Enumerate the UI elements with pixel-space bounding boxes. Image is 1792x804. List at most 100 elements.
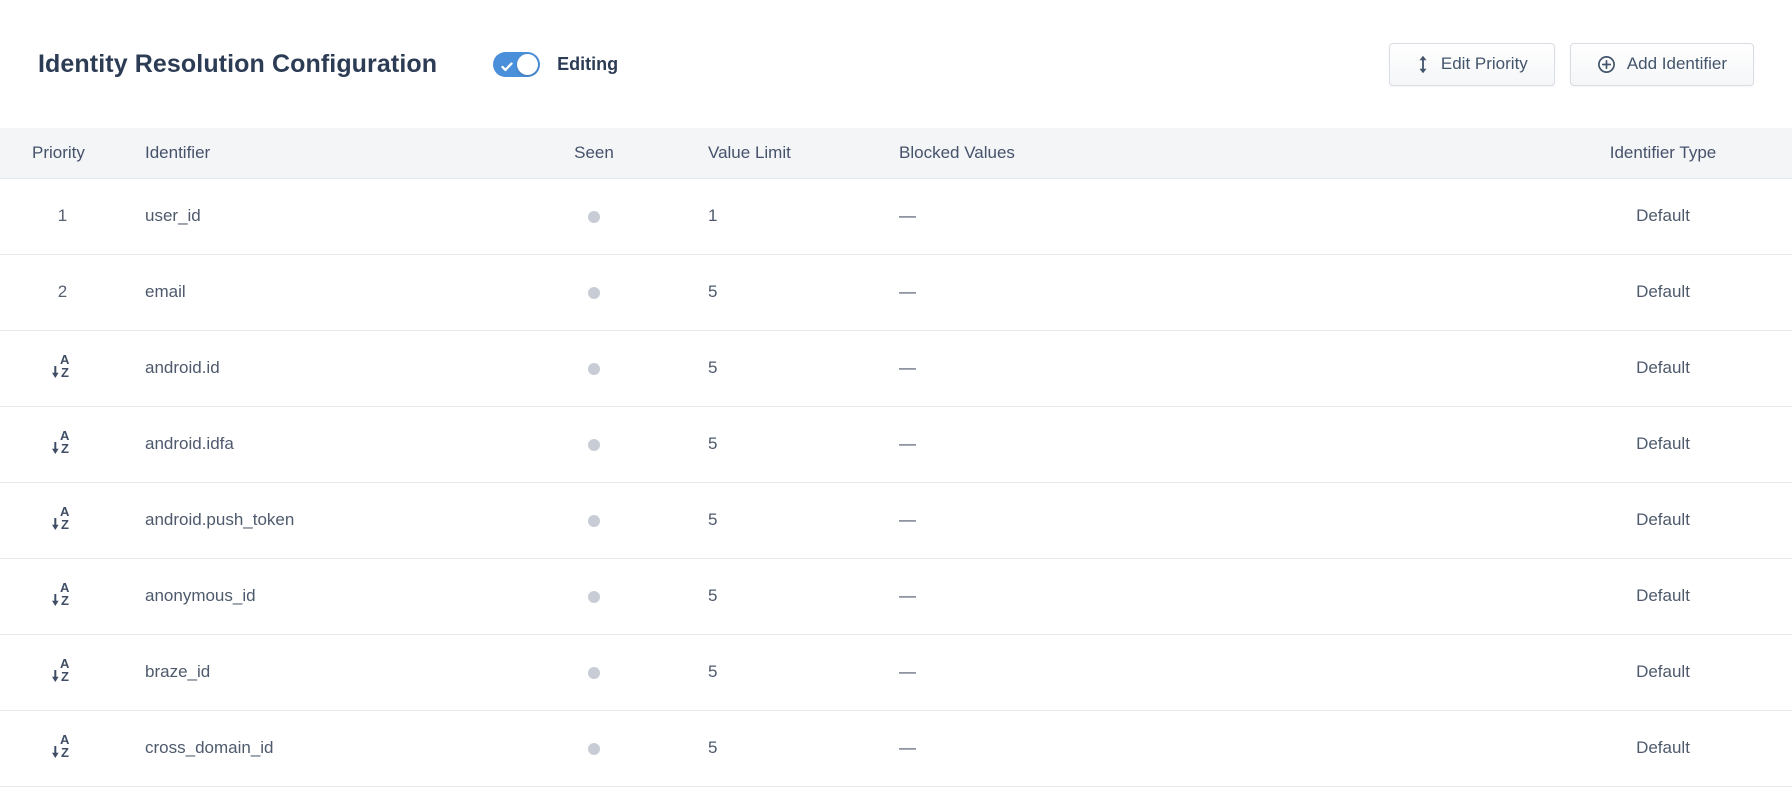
identifier-cell: cross_domain_id	[125, 710, 548, 786]
table-row: AZ android.push_token 5—Default	[0, 482, 1792, 558]
column-header-value-limit: Value Limit	[640, 128, 880, 178]
svg-text:Z: Z	[61, 517, 69, 531]
svg-text:Z: Z	[61, 593, 69, 607]
seen-dot-icon	[588, 515, 600, 527]
column-header-seen: Seen	[548, 128, 640, 178]
identifier-type-cell: Default	[1534, 406, 1792, 482]
seen-cell	[548, 710, 640, 786]
seen-cell	[548, 482, 640, 558]
identifier-type-cell: Default	[1534, 558, 1792, 634]
priority-cell: AZ	[0, 710, 125, 786]
editing-toggle-label: Editing	[557, 54, 618, 75]
identifier-type-cell: Default	[1534, 254, 1792, 330]
table-row: 2 email 5—Default	[0, 254, 1792, 330]
add-identifier-button[interactable]: Add Identifier	[1570, 43, 1754, 86]
page-title: Identity Resolution Configuration	[38, 50, 437, 79]
priority-cell: AZ	[0, 558, 125, 634]
seen-dot-icon	[588, 667, 600, 679]
check-icon	[501, 59, 513, 77]
blocked-values-cell: —	[880, 482, 1534, 558]
identifier-type-cell: Default	[1534, 482, 1792, 558]
editing-toggle-group: Editing	[493, 52, 618, 77]
seen-dot-icon	[588, 743, 600, 755]
identifier-cell: android.push_token	[125, 482, 548, 558]
sort-alphabetical-icon: AZ	[51, 656, 74, 683]
value-limit-cell: 5	[640, 406, 880, 482]
seen-cell	[548, 330, 640, 406]
seen-cell	[548, 634, 640, 710]
sort-alphabetical-icon: AZ	[51, 580, 74, 607]
page-header: Identity Resolution Configuration Editin…	[0, 0, 1792, 128]
identifier-cell: braze_id	[125, 634, 548, 710]
header-actions: Edit Priority Add Identifier	[1389, 43, 1754, 86]
svg-text:Z: Z	[61, 669, 69, 683]
table-row: AZ anonymous_id 5—Default	[0, 558, 1792, 634]
identifier-cell: android.id	[125, 330, 548, 406]
priority-cell: AZ	[0, 406, 125, 482]
value-limit-cell: 5	[640, 254, 880, 330]
blocked-values-cell: —	[880, 178, 1534, 254]
sort-order-icon	[1416, 55, 1430, 74]
seen-dot-icon	[588, 287, 600, 299]
table-row: AZ android.id 5—Default	[0, 330, 1792, 406]
identifier-type-cell: Default	[1534, 178, 1792, 254]
seen-dot-icon	[588, 439, 600, 451]
blocked-values-cell: —	[880, 558, 1534, 634]
value-limit-cell: 5	[640, 330, 880, 406]
priority-cell: 1	[0, 178, 125, 254]
value-limit-cell: 1	[640, 178, 880, 254]
priority-cell: AZ	[0, 482, 125, 558]
priority-number: 1	[58, 206, 67, 225]
identifier-type-cell: Default	[1534, 634, 1792, 710]
table-header-row: Priority Identifier Seen Value Limit Blo…	[0, 128, 1792, 178]
seen-cell	[548, 406, 640, 482]
table-row: AZ braze_id 5—Default	[0, 634, 1792, 710]
identifier-cell: user_id	[125, 178, 548, 254]
priority-cell: 2	[0, 254, 125, 330]
edit-priority-label: Edit Priority	[1441, 54, 1528, 74]
blocked-values-cell: —	[880, 710, 1534, 786]
identity-resolution-table: Priority Identifier Seen Value Limit Blo…	[0, 128, 1792, 787]
toggle-knob	[517, 54, 538, 75]
seen-cell	[548, 558, 640, 634]
seen-cell	[548, 178, 640, 254]
identifier-cell: anonymous_id	[125, 558, 548, 634]
identifier-cell: android.idfa	[125, 406, 548, 482]
value-limit-cell: 5	[640, 558, 880, 634]
table-row: AZ android.idfa 5—Default	[0, 406, 1792, 482]
identifier-type-cell: Default	[1534, 710, 1792, 786]
identifier-type-cell: Default	[1534, 330, 1792, 406]
seen-dot-icon	[588, 211, 600, 223]
seen-cell	[548, 254, 640, 330]
sort-alphabetical-icon: AZ	[51, 352, 74, 379]
plus-circle-icon	[1597, 55, 1616, 74]
add-identifier-label: Add Identifier	[1627, 54, 1727, 74]
priority-cell: AZ	[0, 330, 125, 406]
table-row: AZ cross_domain_id 5—Default	[0, 710, 1792, 786]
identifier-cell: email	[125, 254, 548, 330]
edit-priority-button[interactable]: Edit Priority	[1389, 43, 1555, 86]
seen-dot-icon	[588, 363, 600, 375]
column-header-priority: Priority	[0, 128, 125, 178]
table-row: 1user_id1—Default	[0, 178, 1792, 254]
value-limit-cell: 5	[640, 634, 880, 710]
priority-number: 2	[58, 282, 67, 301]
svg-text:Z: Z	[61, 365, 69, 379]
blocked-values-cell: —	[880, 406, 1534, 482]
blocked-values-cell: —	[880, 634, 1534, 710]
value-limit-cell: 5	[640, 710, 880, 786]
svg-text:Z: Z	[61, 441, 69, 455]
sort-alphabetical-icon: AZ	[51, 428, 74, 455]
column-header-identifier: Identifier	[125, 128, 548, 178]
sort-alphabetical-icon: AZ	[51, 504, 74, 531]
blocked-values-cell: —	[880, 254, 1534, 330]
svg-text:Z: Z	[61, 745, 69, 759]
seen-dot-icon	[588, 591, 600, 603]
column-header-identifier-type: Identifier Type	[1534, 128, 1792, 178]
blocked-values-cell: —	[880, 330, 1534, 406]
sort-alphabetical-icon: AZ	[51, 732, 74, 759]
value-limit-cell: 5	[640, 482, 880, 558]
column-header-blocked-values: Blocked Values	[880, 128, 1534, 178]
priority-cell: AZ	[0, 634, 125, 710]
editing-toggle[interactable]	[493, 52, 540, 77]
